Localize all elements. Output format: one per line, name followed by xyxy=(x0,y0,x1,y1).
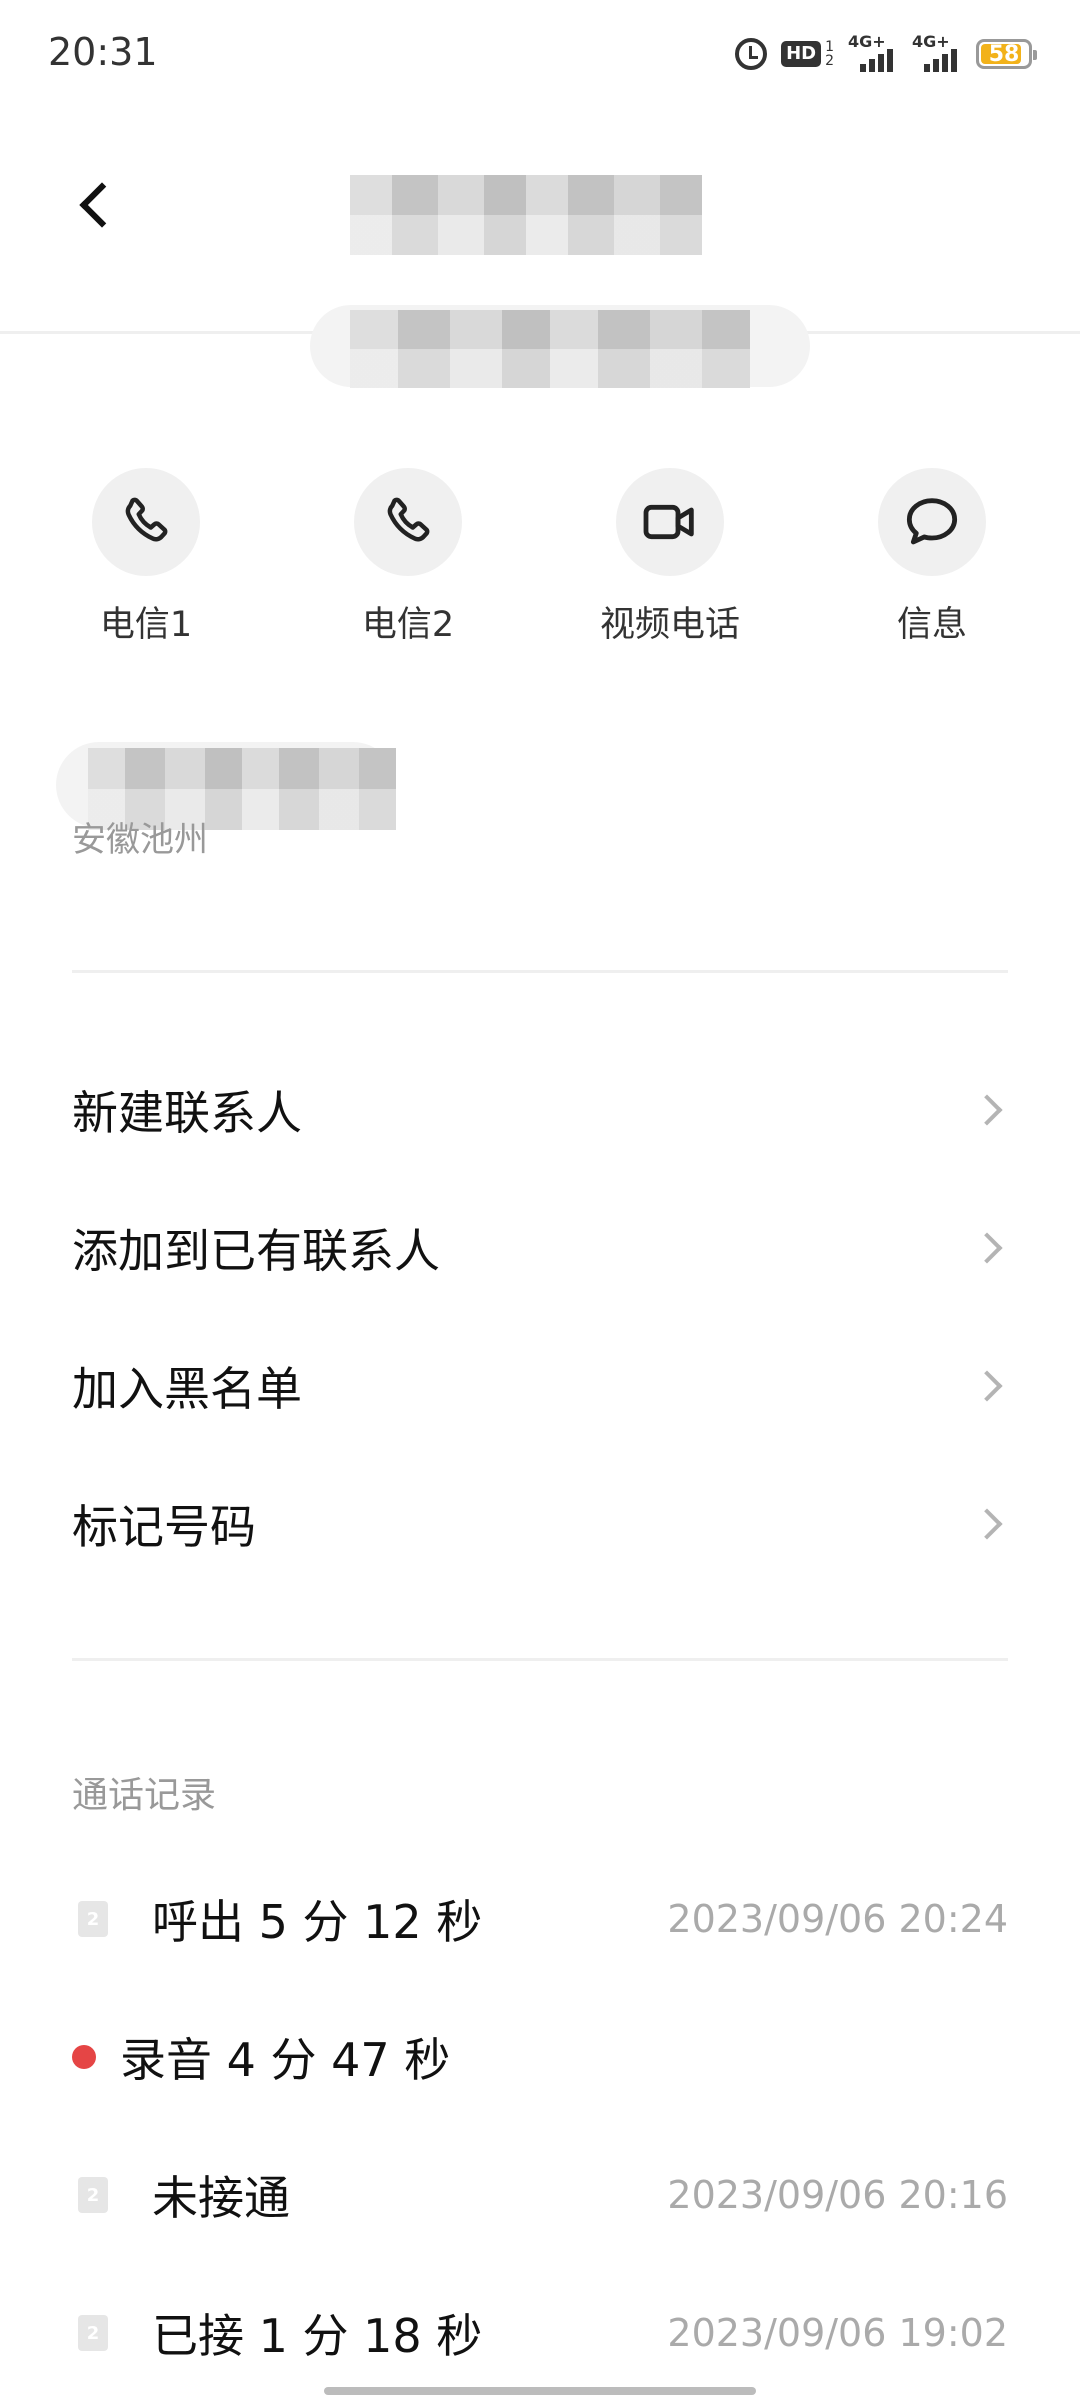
chevron-right-icon xyxy=(971,1232,1003,1264)
contact-detail-screen: 20:31 HD 1 2 4G+ 4G+ 58 电信1 电信2 视频电话 信息 … xyxy=(0,0,1080,2400)
new-contact-item[interactable]: 新建联系人 xyxy=(72,1060,1008,1160)
call-datetime: 2023/09/06 20:24 xyxy=(667,1897,1008,1941)
status-bar: 20:31 HD 1 2 4G+ 4G+ 58 xyxy=(0,0,1080,110)
sim-card-icon: 2 xyxy=(78,2177,108,2213)
battery-level: 58 xyxy=(988,41,1020,67)
recording-description: 录音 4 分 47 秒 xyxy=(120,2033,451,2087)
hd-voice-icon: HD xyxy=(781,41,822,67)
call-sim1-button[interactable]: 电信1 xyxy=(46,468,246,648)
call-description: 呼出 5 分 12 秒 xyxy=(152,1895,483,1949)
video-camera-icon xyxy=(616,468,724,576)
signal-icon-sim1: 4G+ xyxy=(848,32,898,72)
call-log-row[interactable]: 2 未接通 2023/09/06 20:16 xyxy=(72,2150,1008,2240)
status-time: 20:31 xyxy=(48,30,158,74)
chevron-right-icon xyxy=(971,1094,1003,1126)
sim-card-icon: 2 xyxy=(78,1901,108,1937)
section-divider xyxy=(72,1658,1008,1661)
mark-number-label: 标记号码 xyxy=(72,1500,256,1554)
call-description: 未接通 xyxy=(152,2171,290,2225)
alarm-icon xyxy=(735,38,768,70)
add-to-existing-contact-label: 添加到已有联系人 xyxy=(72,1224,440,1278)
add-to-blacklist-label: 加入黑名单 xyxy=(72,1362,302,1416)
message-button[interactable]: 信息 xyxy=(832,468,1032,648)
signal-icon-sim2: 4G+ xyxy=(912,32,962,72)
hd-sim-2: 2 xyxy=(825,53,834,69)
recording-dot-icon xyxy=(72,2045,96,2069)
chevron-right-icon xyxy=(971,1508,1003,1540)
phone-number-redacted xyxy=(350,310,750,388)
section-divider xyxy=(72,970,1008,973)
hd-sim-indices: 1 2 xyxy=(825,40,834,68)
back-button[interactable] xyxy=(60,170,130,240)
status-icons: HD 1 2 4G+ 4G+ 58 xyxy=(735,32,1037,74)
call-log-title: 通话记录 xyxy=(72,1775,217,1816)
message-bubble-icon xyxy=(878,468,986,576)
call-sim2-label: 电信2 xyxy=(361,605,455,645)
home-indicator[interactable] xyxy=(324,2387,756,2395)
hd-sim-1: 1 xyxy=(825,39,834,55)
add-to-existing-contact-item[interactable]: 添加到已有联系人 xyxy=(72,1198,1008,1298)
number-location: 安徽池州 xyxy=(72,820,208,860)
chevron-left-icon xyxy=(79,182,125,228)
call-recording-row[interactable]: 录音 4 分 47 秒 xyxy=(72,2012,1008,2102)
video-call-button[interactable]: 视频电话 xyxy=(570,468,770,648)
call-log-row[interactable]: 2 已接 1 分 18 秒 2023/09/06 19:02 xyxy=(72,2288,1008,2378)
video-call-label: 视频电话 xyxy=(599,605,740,645)
call-datetime: 2023/09/06 19:02 xyxy=(667,2311,1008,2355)
chevron-right-icon xyxy=(971,1370,1003,1402)
contact-name-redacted xyxy=(350,175,702,255)
call-sim2-button[interactable]: 电信2 xyxy=(308,468,508,648)
call-datetime: 2023/09/06 20:16 xyxy=(667,2173,1008,2217)
call-log-row[interactable]: 2 呼出 5 分 12 秒 2023/09/06 20:24 xyxy=(72,1874,1008,1964)
sim-card-icon: 2 xyxy=(78,2315,108,2351)
call-description: 已接 1 分 18 秒 xyxy=(152,2309,483,2363)
new-contact-label: 新建联系人 xyxy=(72,1086,302,1140)
call-sim1-label: 电信1 xyxy=(99,605,193,645)
message-label: 信息 xyxy=(896,605,967,645)
battery-icon: 58 xyxy=(976,39,1037,69)
phone-icon xyxy=(354,468,462,576)
phone-icon xyxy=(92,468,200,576)
mark-number-item[interactable]: 标记号码 xyxy=(72,1474,1008,1574)
add-to-blacklist-item[interactable]: 加入黑名单 xyxy=(72,1336,1008,1436)
